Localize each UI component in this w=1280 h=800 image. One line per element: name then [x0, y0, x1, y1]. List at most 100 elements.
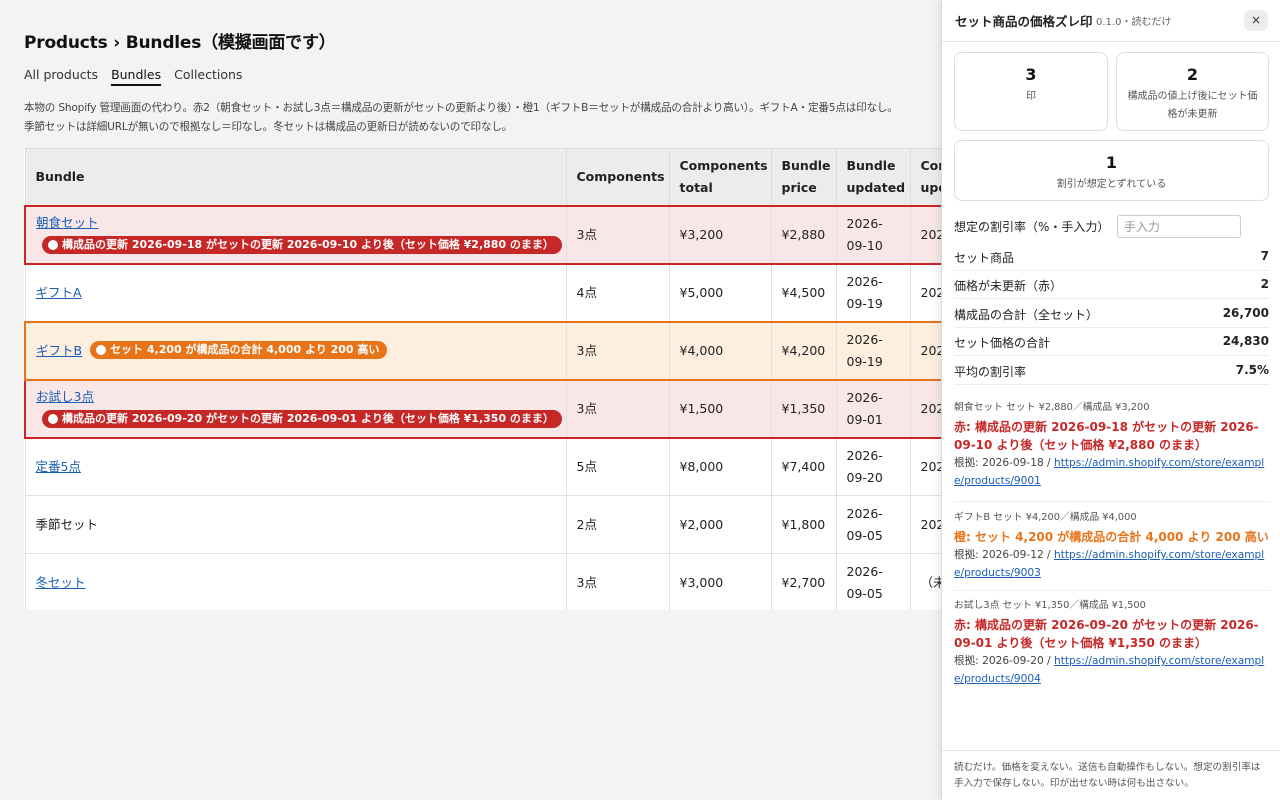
summary-value: 24,830 — [1222, 334, 1269, 348]
summary-key: 構成品の合計（全セット） — [954, 308, 1099, 322]
bundle-updated-cell: 2026-09-05 — [835, 495, 911, 554]
stat-card-marks: 3 印 — [954, 52, 1108, 131]
bundle-cell: 冬セット — [24, 553, 567, 610]
components-updated-cell: 2026-09-20 — [909, 378, 944, 439]
bundle-cell: 季節セット — [24, 495, 567, 554]
summary-row: 平均の割引率 7.5% — [954, 357, 1269, 385]
column-header: Bundle — [24, 148, 567, 206]
flag-badge: 構成品の更新 2026-09-20 がセットの更新 2026-09-01 より後… — [42, 410, 562, 428]
components-cell: 3点 — [565, 378, 670, 439]
bundle-link[interactable]: ギフトB — [36, 343, 82, 358]
bundle-price-cell: ¥4,200 — [770, 320, 837, 381]
bundle-link[interactable]: ギフトA — [36, 285, 82, 300]
bundle-price-cell: ¥2,700 — [770, 553, 837, 610]
summary-value: 7 — [1260, 249, 1269, 263]
finding-item: お試し3点 セット ¥1,350／構成品 ¥1,500 赤: 構成品の更新 20… — [954, 598, 1270, 698]
page-title: Products › Bundles（模擬画面です） — [24, 33, 336, 53]
stat-number: 3 — [1025, 65, 1037, 84]
components-total-cell: ¥3,000 — [668, 553, 772, 610]
bundle-updated-cell: 2026-09-20 — [835, 437, 911, 496]
finding-subtitle: お試し3点 セット ¥1,350／構成品 ¥1,500 — [954, 600, 1146, 611]
bundle-updated-cell: 2026-09-19 — [835, 320, 911, 381]
tab-bar: All products Bundles Collections — [24, 67, 242, 86]
flag-badge: 構成品の更新 2026-09-18 がセットの更新 2026-09-10 より後… — [42, 236, 562, 254]
finding-source-prefix: 根拠: 2026-09-20 / — [954, 655, 1054, 667]
components-updated-cell: 2026-09-15 — [909, 263, 944, 322]
bundle-updated-cell: 2026-09-10 — [835, 204, 911, 265]
components-total-cell: ¥8,000 — [668, 437, 772, 496]
finding-message: 赤: 構成品の更新 2026-09-18 がセットの更新 2026-09-10 … — [954, 420, 1259, 452]
table-row: 冬セット 3点 ¥3,000 ¥2,700 2026-09-05 （未 — [24, 553, 944, 610]
components-cell: 3点 — [565, 320, 670, 381]
summary-key: セット価格の合計 — [954, 336, 1051, 350]
bundle-link[interactable]: お試し3点 — [36, 389, 94, 404]
description-line: 季節セットは詳細URLが無いので根拠なし＝印なし。冬セットは構成品の更新日が読め… — [24, 121, 513, 133]
table-row: 定番5点 5点 ¥8,000 ¥7,400 2026-09-20 2026-09… — [24, 437, 944, 496]
stat-number: 1 — [1105, 153, 1118, 172]
summary-row: 価格が未更新（赤） 2 — [954, 271, 1269, 299]
components-total-cell: ¥3,200 — [668, 204, 772, 265]
table-row: ギフトA 4点 ¥5,000 ¥4,500 2026-09-19 2026-09… — [24, 263, 944, 322]
discount-rate-input[interactable] — [1117, 215, 1241, 238]
dot-icon — [48, 414, 58, 424]
column-header: Components updated — [909, 148, 944, 206]
bundle-updated-cell: 2026-09-01 — [835, 378, 911, 439]
summary-value: 7.5% — [1235, 363, 1269, 377]
bundle-cell: ギフトA — [24, 263, 567, 322]
panel-footer-note: 読むだけ。価格を変えない。送信も自動操作もしない。想定の割引率は手入力で保存しな… — [942, 750, 1280, 800]
table-row: 朝食セット 構成品の更新 2026-09-18 がセットの更新 2026-09-… — [24, 204, 944, 265]
finding-subtitle: ギフトB セット ¥4,200／構成品 ¥4,000 — [954, 512, 1137, 523]
finding-message: 橙: セット 4,200 が構成品の合計 4,000 より 200 高い — [954, 530, 1269, 544]
close-button[interactable]: × — [1244, 10, 1268, 31]
summary-key: セット商品 — [954, 251, 1015, 265]
summary-row: 構成品の合計（全セット） 26,700 — [954, 300, 1269, 328]
components-total-cell: ¥2,000 — [668, 495, 772, 554]
column-header: Bundle price — [770, 148, 837, 206]
bundle-link[interactable]: 朝食セット — [36, 215, 99, 230]
finding-source: 根拠: 2026-09-20 / https://admin.shopify.c… — [954, 652, 1270, 688]
bundle-link[interactable]: 定番5点 — [36, 459, 81, 474]
finding-item: ギフトB セット ¥4,200／構成品 ¥4,000 橙: セット 4,200 … — [954, 510, 1270, 591]
summary-key: 平均の割引率 — [954, 365, 1027, 379]
components-cell: 4点 — [565, 263, 670, 322]
finding-subtitle: 朝食セット セット ¥2,880／構成品 ¥3,200 — [954, 402, 1150, 413]
stat-label: 割引が想定とずれている — [1056, 179, 1167, 190]
components-updated-cell: 2026-09-12 — [909, 320, 944, 381]
bundle-updated-cell: 2026-09-05 — [835, 553, 911, 610]
dot-icon — [48, 240, 58, 250]
description-line: 本物の Shopify 管理画面の代わり。赤2（朝食セット・お試し3点＝構成品の… — [24, 102, 898, 114]
components-updated-cell: 2026-09-11 — [909, 437, 944, 496]
components-total-cell: ¥4,000 — [668, 320, 772, 381]
column-header: Components — [565, 148, 670, 206]
bundle-price-cell: ¥1,350 — [770, 378, 837, 439]
table-row: ギフトB セット 4,200 が構成品の合計 4,000 より 200 高い 3… — [24, 320, 944, 381]
flag-badge: セット 4,200 が構成品の合計 4,000 より 200 高い — [90, 340, 388, 359]
finding-message: 赤: 構成品の更新 2026-09-20 がセットの更新 2026-09-01 … — [954, 618, 1259, 650]
bundle-price-cell: ¥2,880 — [770, 204, 837, 265]
column-header: Bundle updated — [835, 148, 911, 206]
page-description: 本物の Shopify 管理画面の代わり。赤2（朝食セット・お試し3点＝構成品の… — [24, 99, 898, 137]
tab-all-products[interactable]: All products — [24, 67, 98, 86]
stat-card-discount-drift: 1 割引が想定とずれている — [954, 140, 1269, 201]
price-drift-panel: セット商品の価格ズレ印 0.1.0・読むだけ × 3 印 2 構成品の値上げ後に… — [941, 0, 1280, 800]
components-updated-cell: （未 — [909, 553, 944, 610]
bundle-price-cell: ¥4,500 — [770, 263, 837, 322]
finding-source: 根拠: 2026-09-18 / https://admin.shopify.c… — [954, 454, 1270, 490]
finding-source-prefix: 根拠: 2026-09-12 / — [954, 549, 1054, 561]
tab-collections[interactable]: Collections — [174, 67, 242, 86]
bundle-price-cell: ¥1,800 — [770, 495, 837, 554]
finding-source: 根拠: 2026-09-12 / https://admin.shopify.c… — [954, 546, 1270, 582]
stat-number: 2 — [1186, 65, 1199, 84]
badge-text: セット 4,200 が構成品の合計 4,000 より 200 高い — [110, 342, 380, 356]
bundle-cell: ギフトB セット 4,200 が構成品の合計 4,000 より 200 高い — [24, 320, 567, 381]
table-header-row: Bundle Components Components total Bundl… — [24, 148, 944, 206]
panel-title: セット商品の価格ズレ印 — [955, 14, 1093, 29]
finding-source-prefix: 根拠: 2026-09-18 / — [954, 457, 1054, 469]
bundle-link[interactable]: 冬セット — [36, 575, 86, 590]
tab-bundles[interactable]: Bundles — [111, 67, 162, 86]
table-row: 季節セット 2点 ¥2,000 ¥1,800 2026-09-05 2026-0… — [24, 495, 944, 554]
bundle-cell: 朝食セット 構成品の更新 2026-09-18 がセットの更新 2026-09-… — [24, 204, 567, 265]
summary-row: セット商品 7 — [954, 243, 1269, 271]
components-updated-cell: 2026-09-08 — [909, 495, 944, 554]
components-updated-cell: 2026-09-18 — [909, 204, 944, 265]
